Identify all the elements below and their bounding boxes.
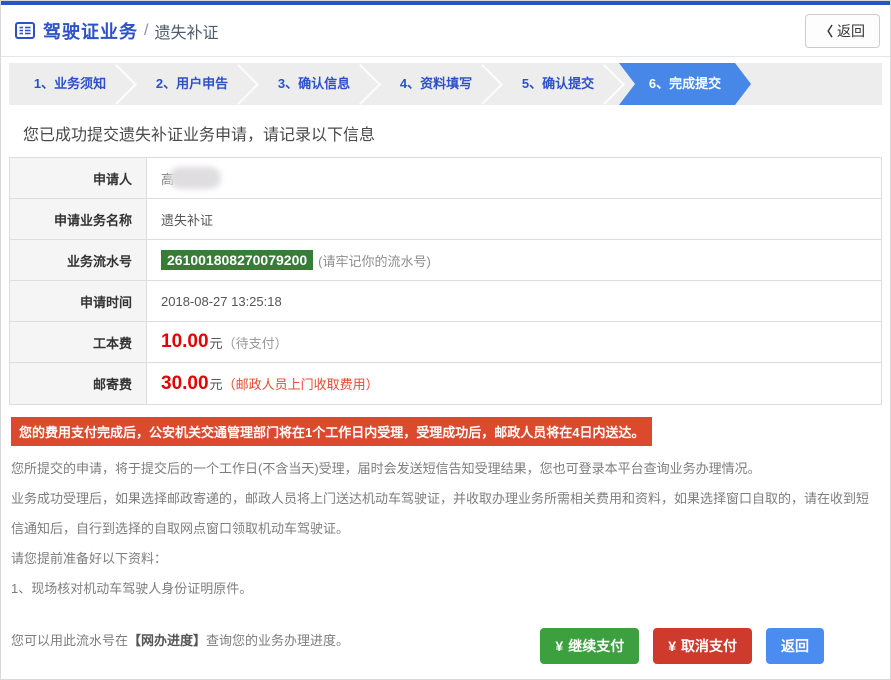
step-4-fill-materials[interactable]: 4、资料填写 — [375, 63, 497, 105]
return-button[interactable]: 返回 — [766, 628, 824, 664]
instructions-section: 您所提交的申请，将于提交后的一个工作日(不含当天)受理，届时会发送短信告知受理结… — [11, 454, 878, 656]
table-row-production-fee: 工本费 10.00 元 （待支付） — [10, 322, 881, 363]
serial-number-note: (请牢记你的流水号) — [318, 253, 431, 269]
breadcrumb-divider: / — [144, 21, 149, 39]
breadcrumb-current: 遗失补证 — [154, 24, 219, 42]
license-service-page: 驾驶证业务 / 遗失补证 〈 返回 1、业务须知 2、用户申告 3、确认信息 4… — [0, 0, 891, 680]
step-2-user-declaration[interactable]: 2、用户申告 — [131, 63, 253, 105]
row-value: 261001808270079200 (请牢记你的流水号) — [147, 250, 881, 270]
yuan-icon: ¥ — [555, 638, 564, 654]
instruction-paragraph: 1、现场核对机动车驾驶人身份证明原件。 — [11, 581, 253, 596]
instruction-paragraph: 请您提前准备好以下资料： — [11, 551, 168, 566]
row-label: 申请时间 — [10, 281, 147, 321]
progress-note-prefix: 您可以用此流水号在 — [11, 633, 129, 648]
table-row-apply-time: 申请时间 2018-08-27 13:25:18 — [10, 281, 881, 322]
fee-unit: 元 — [209, 335, 223, 351]
production-fee-amount: 10.00 — [161, 331, 209, 352]
yuan-icon: ¥ — [668, 638, 676, 654]
instruction-paragraph: 业务成功受理后，如果选择邮政寄递的，邮政人员将上门送达机动车驾驶证，并收取办理业… — [11, 491, 870, 536]
row-label: 业务流水号 — [10, 240, 147, 280]
page-header: 驾驶证业务 / 遗失补证 〈 返回 — [1, 5, 890, 57]
progress-note-suffix: 查询您的业务办理进度。 — [206, 633, 350, 648]
footer-action-bar: ¥ 继续支付 ¥ 取消支付 返回 — [540, 628, 824, 664]
step-6-complete-submit[interactable]: 6、完成提交 — [619, 63, 751, 105]
table-row-serial-number: 业务流水号 261001808270079200 (请牢记你的流水号) — [10, 240, 881, 281]
table-row-applicant: 申请人 高 — [10, 158, 881, 199]
business-list-icon — [15, 22, 35, 39]
step-bar-filler — [751, 63, 882, 105]
row-value: 高 — [147, 167, 881, 189]
privacy-blur-mask — [169, 167, 222, 189]
wizard-step-bar: 1、业务须知 2、用户申告 3、确认信息 4、资料填写 5、确认提交 6、完成提… — [9, 63, 882, 105]
step-1-business-notice[interactable]: 1、业务须知 — [9, 63, 131, 105]
serial-number-badge: 261001808270079200 — [161, 250, 314, 270]
back-button-label: 返回 — [837, 22, 865, 39]
row-label: 工本费 — [10, 322, 147, 362]
step-5-confirm-submit[interactable]: 5、确认提交 — [497, 63, 619, 105]
row-value: 10.00 元 （待支付） — [147, 331, 881, 353]
production-fee-status: （待支付） — [222, 335, 288, 351]
continue-payment-label: 继续支付 — [568, 638, 625, 654]
row-value: 2018-08-27 13:25:18 — [161, 293, 282, 309]
instruction-paragraph: 您所提交的申请，将于提交后的一个工作日(不含当天)受理，届时会发送短信告知受理结… — [11, 461, 761, 476]
chevron-left-icon: 〈 — [819, 24, 833, 39]
row-value: 遗失补证 — [161, 212, 214, 228]
online-progress-link[interactable]: 【网办进度】 — [128, 633, 206, 648]
row-value: 30.00 元 （邮政人员上门收取费用） — [147, 373, 881, 395]
fee-unit: 元 — [209, 377, 223, 392]
return-button-label: 返回 — [781, 638, 809, 654]
application-info-table: 申请人 高 申请业务名称 遗失补证 业务流水号 2610018082700792… — [9, 157, 882, 405]
continue-payment-button[interactable]: ¥ 继续支付 — [540, 628, 640, 664]
table-row-postage-fee: 邮寄费 30.00 元 （邮政人员上门收取费用） — [10, 363, 881, 404]
table-row-business-name: 申请业务名称 遗失补证 — [10, 199, 881, 240]
step-3-confirm-info[interactable]: 3、确认信息 — [253, 63, 375, 105]
cancel-payment-label: 取消支付 — [681, 638, 737, 654]
row-label: 申请业务名称 — [10, 199, 147, 239]
row-label: 申请人 — [10, 158, 147, 198]
payment-alert-banner: 您的费用支付完成后，公安机关交通管理部门将在1个工作日内受理，受理成功后，邮政人… — [11, 417, 653, 446]
back-button[interactable]: 〈 返回 — [804, 13, 880, 48]
cancel-payment-button[interactable]: ¥ 取消支付 — [653, 628, 752, 664]
page-title: 驾驶证业务 — [43, 21, 138, 42]
postage-fee-amount: 30.00 — [161, 372, 209, 394]
postage-fee-note: （邮政人员上门收取费用） — [222, 377, 379, 392]
row-label: 邮寄费 — [10, 363, 147, 404]
success-message: 您已成功提交遗失补证业务申请，请记录以下信息 — [23, 127, 376, 144]
